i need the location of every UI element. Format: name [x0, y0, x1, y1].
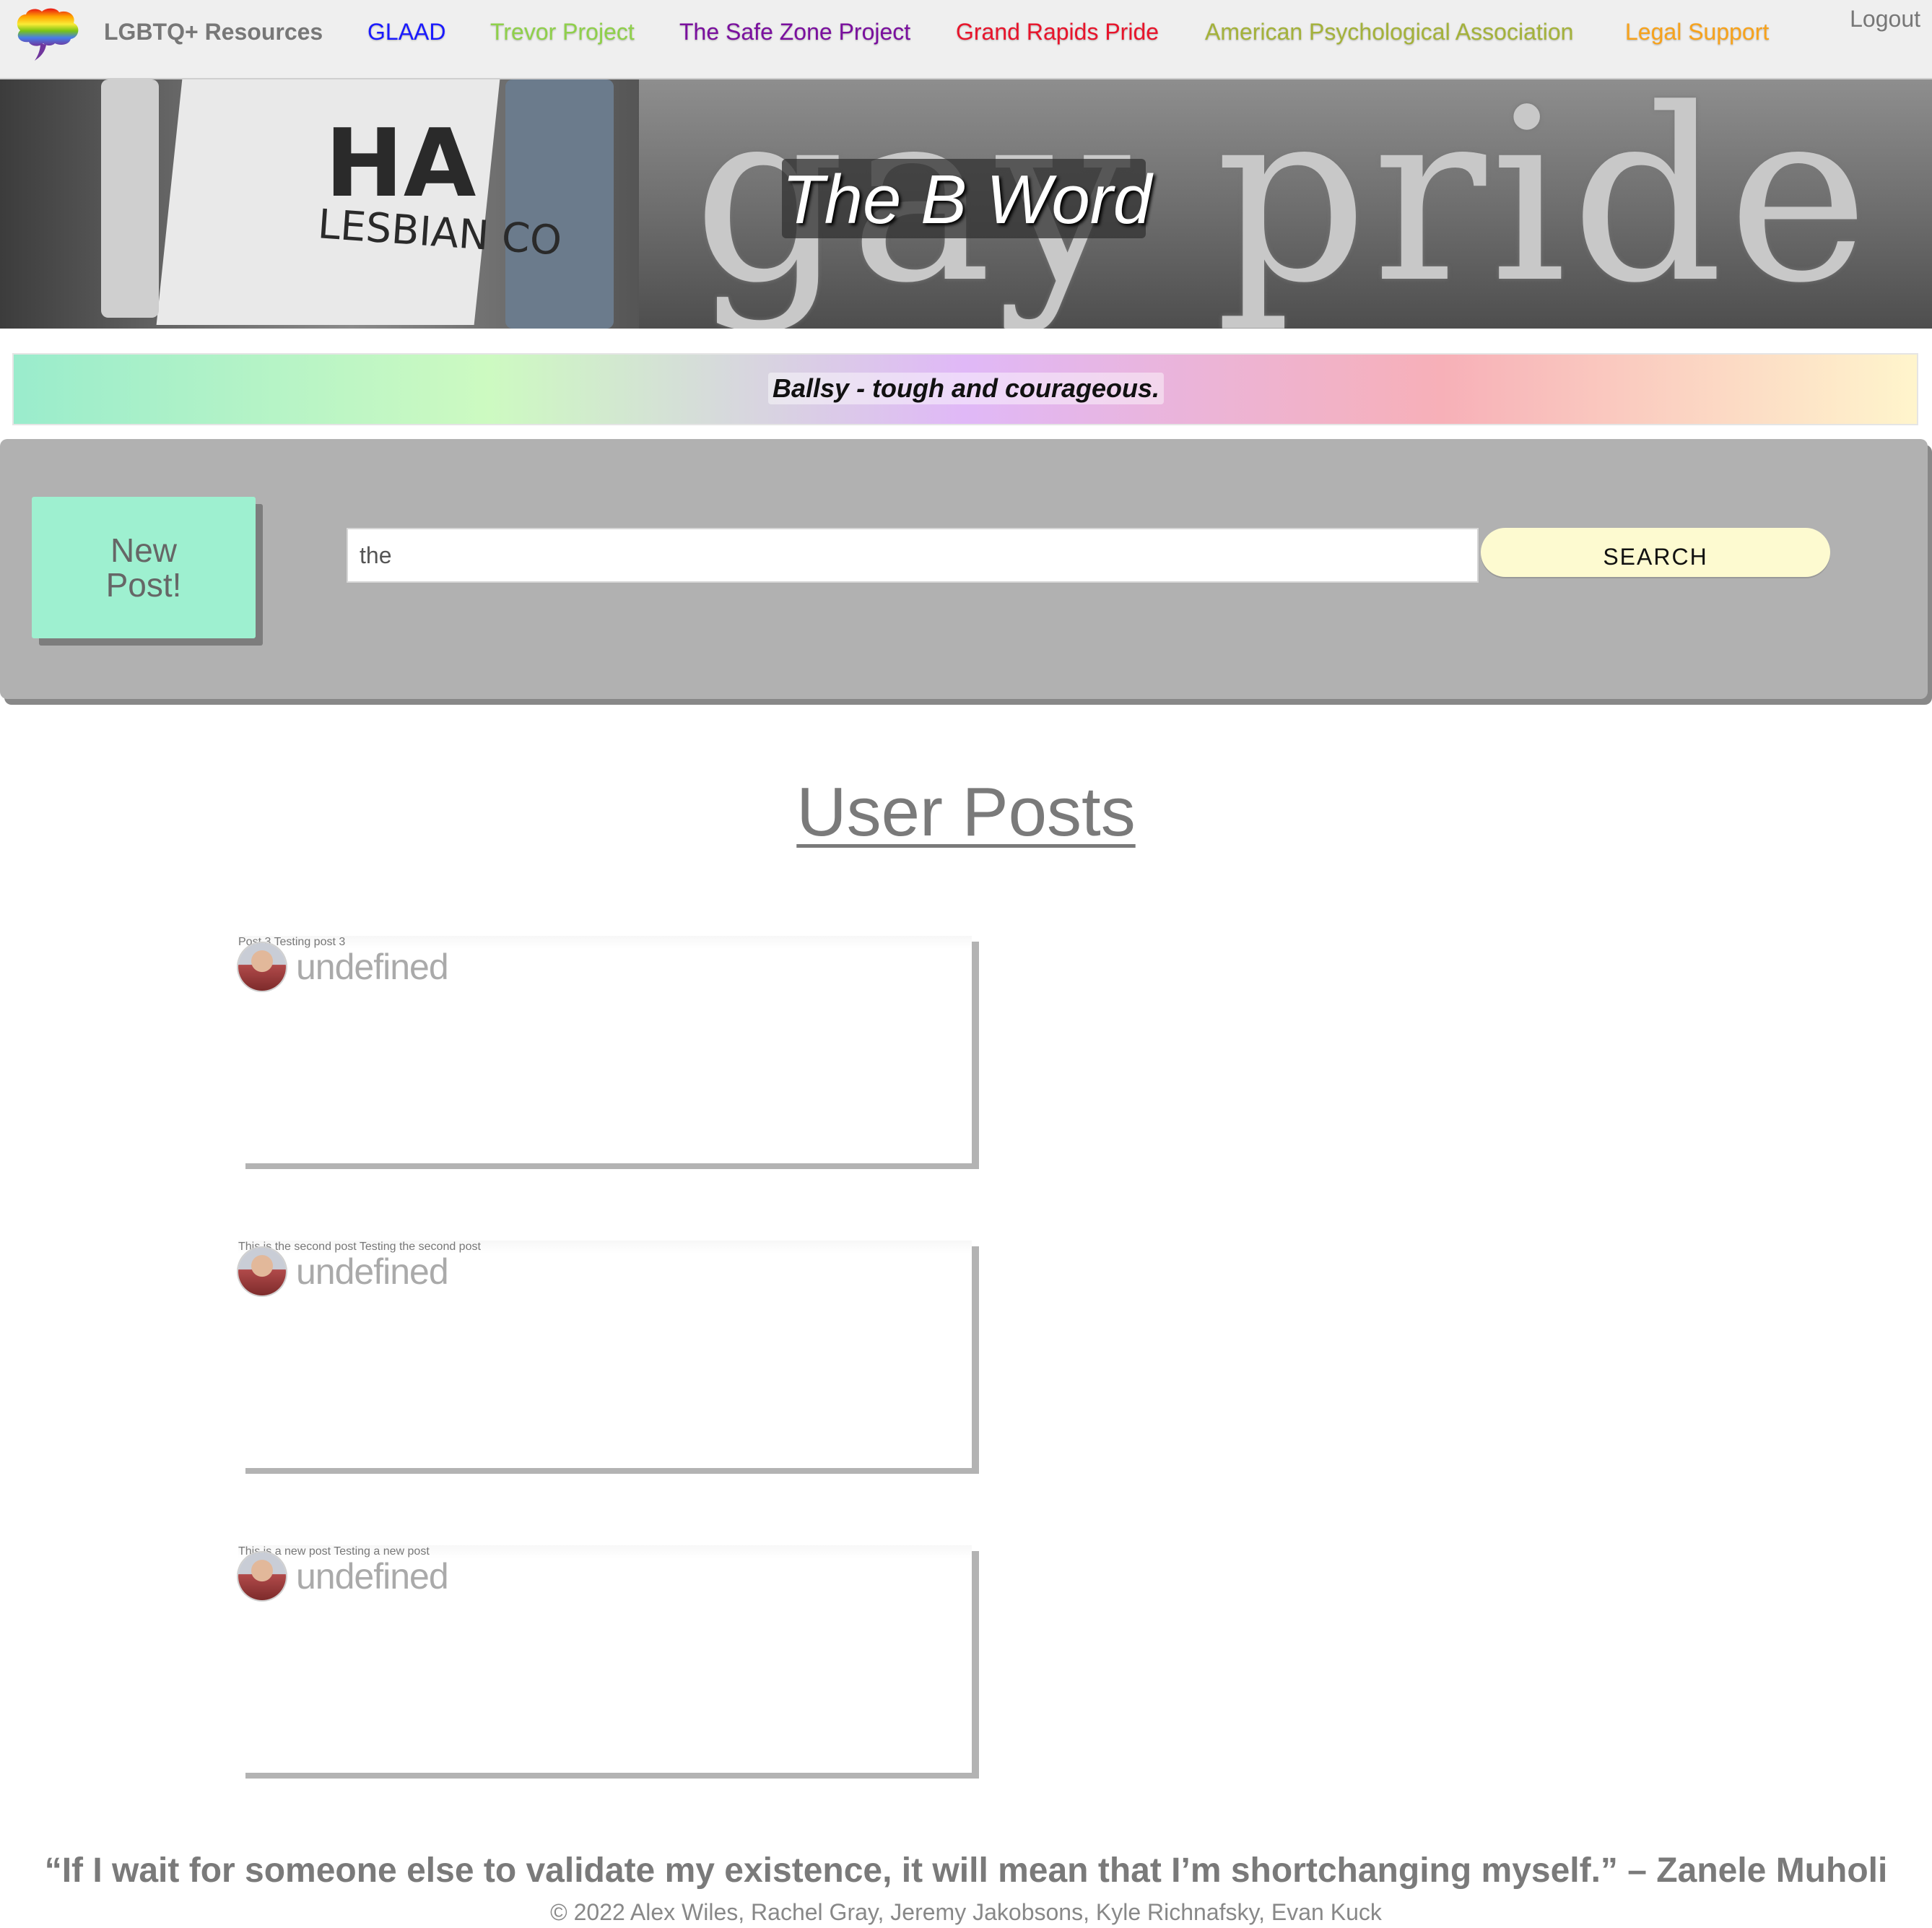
footer-copyright: © 2022 Alex Wiles, Rachel Gray, Jeremy J…: [550, 1899, 1382, 1925]
site-title: The B Word: [782, 161, 1152, 238]
nav-link-legal-support[interactable]: Legal Support: [1625, 19, 1769, 45]
post-username[interactable]: undefined: [296, 1251, 449, 1293]
top-nav: LGBTQ+ Resources GLAAD Trevor Project Th…: [0, 0, 1932, 79]
nav-link-safe-zone-project[interactable]: The Safe Zone Project: [679, 19, 910, 45]
avatar[interactable]: [238, 1553, 286, 1600]
post-content: undefined Post 3 Testing post 3: [238, 936, 1682, 1167]
nav-link-trevor-project[interactable]: Trevor Project: [490, 19, 635, 45]
hero-banner: HA LESBIAN CO gay pride 19 The B Word: [0, 79, 1932, 329]
nav-link-apa[interactable]: American Psychological Association: [1205, 19, 1573, 45]
search-input[interactable]: [347, 528, 1479, 583]
nav-link-glaad[interactable]: GLAAD: [367, 19, 445, 45]
footer-quote: “If I wait for someone else to validate …: [44, 1851, 1888, 1890]
search-button[interactable]: SEARCH: [1481, 528, 1830, 577]
logout-button[interactable]: Logout: [1850, 6, 1920, 32]
user-posts-heading: User Posts: [796, 773, 1136, 851]
avatar[interactable]: [238, 943, 286, 991]
tagline-text: Ballsy - tough and courageous.: [768, 373, 1165, 404]
brand-label: LGBTQ+ Resources: [104, 19, 323, 45]
hero-photo-sign-text: HA: [325, 108, 477, 218]
post-username[interactable]: undefined: [296, 1555, 449, 1597]
hero-photo-figure: [101, 79, 159, 318]
nav-link-grand-rapids-pride[interactable]: Grand Rapids Pride: [956, 19, 1159, 45]
new-post-button[interactable]: New Post!: [32, 497, 256, 638]
post-username[interactable]: undefined: [296, 946, 449, 988]
avatar[interactable]: [238, 1248, 286, 1295]
post-content: undefined This is a new post Testing a n…: [238, 1545, 1682, 1776]
post-content: undefined This is the second post Testin…: [238, 1241, 1682, 1472]
rainbow-brain-logo-icon[interactable]: [13, 6, 81, 64]
hero-photo-figure: [505, 79, 614, 329]
